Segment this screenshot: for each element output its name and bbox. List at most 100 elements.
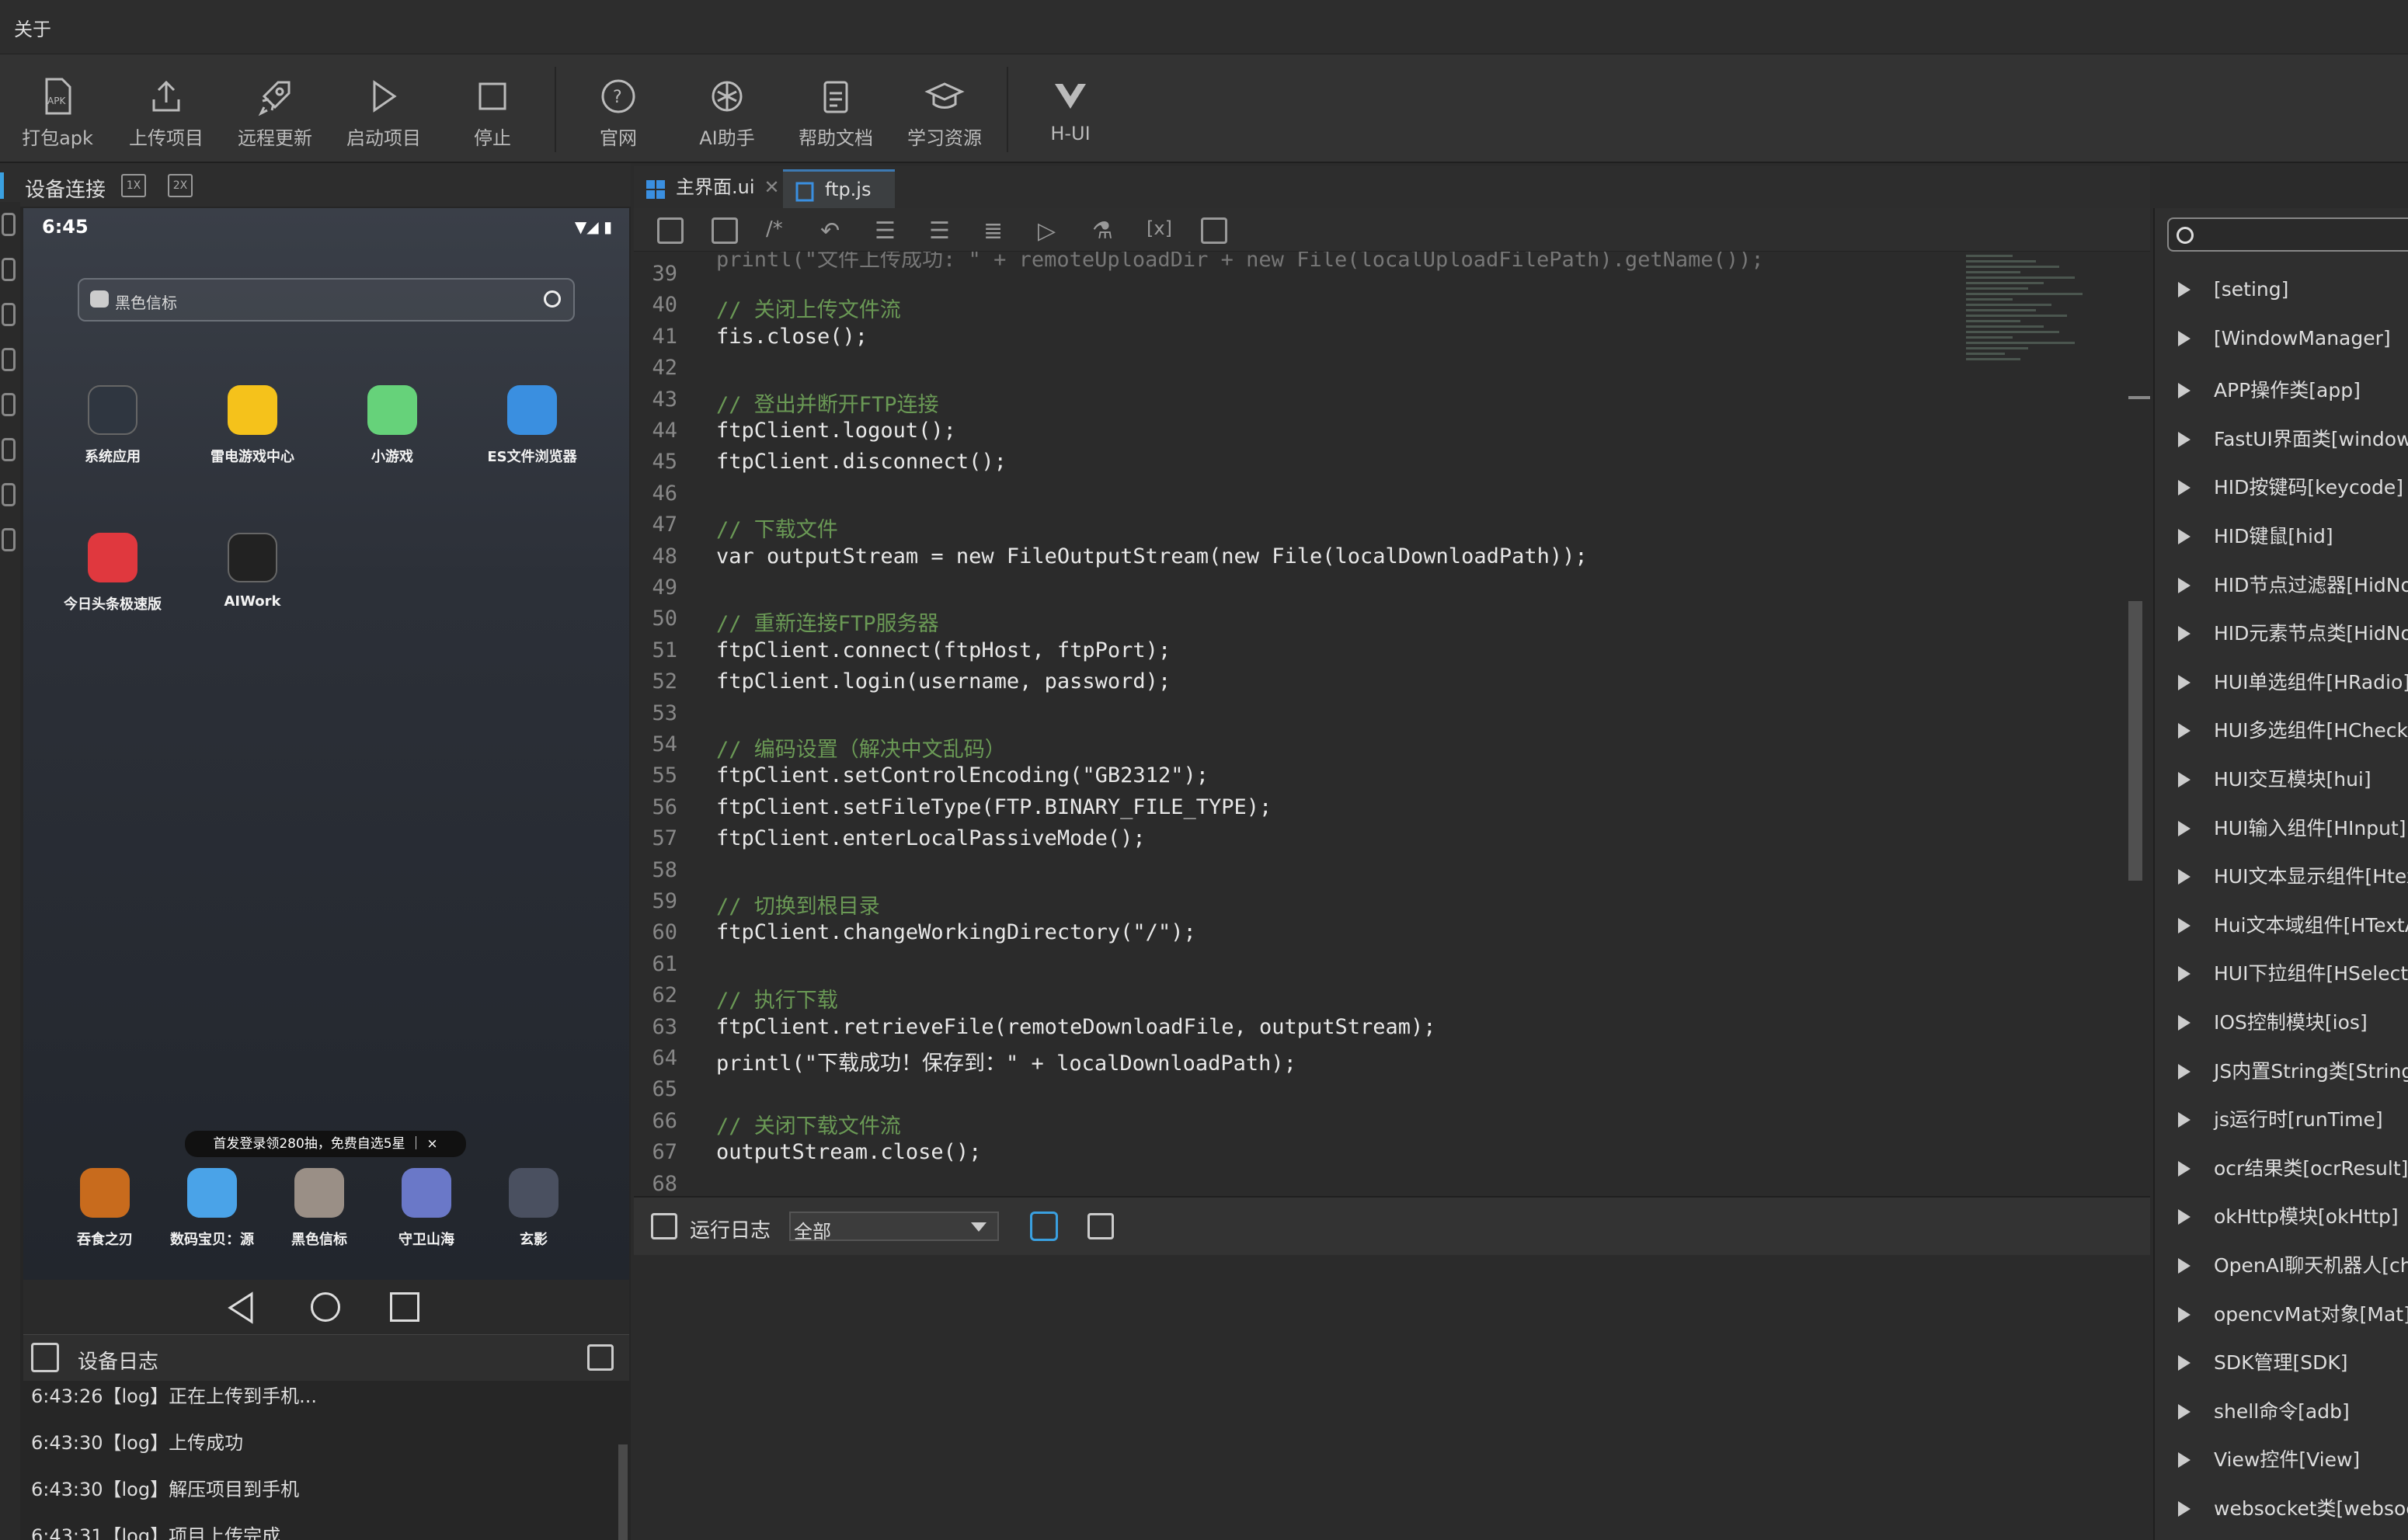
- undo-icon[interactable]: ↶: [820, 217, 847, 245]
- api-list-item[interactable]: okHttp模块[okHttp]: [2178, 1201, 2399, 1250]
- app-es-file[interactable]: ES文件浏览器: [474, 385, 590, 466]
- side-tool-icon[interactable]: [2, 258, 16, 281]
- expand-arrow-icon[interactable]: [2178, 282, 2191, 297]
- api-list-item[interactable]: SDK管理[SDK]: [2178, 1347, 2348, 1396]
- expand-arrow-icon[interactable]: [2178, 1112, 2191, 1128]
- flask-icon[interactable]: ⚗: [1092, 217, 1119, 245]
- api-list-item[interactable]: js运行时[runTime]: [2178, 1104, 2383, 1152]
- menu-about[interactable]: 关于: [14, 14, 51, 41]
- app-system[interactable]: 系统应用: [54, 385, 171, 466]
- side-tool-icon[interactable]: [2, 528, 16, 551]
- expand-arrow-icon[interactable]: [2178, 383, 2191, 399]
- expand-arrow-icon[interactable]: [2178, 869, 2191, 885]
- expand-arrow-icon[interactable]: [2178, 1501, 2191, 1517]
- start-project-button[interactable]: 启动项目: [329, 76, 438, 154]
- expand-arrow-icon[interactable]: [2178, 1403, 2191, 1420]
- expand-arrow-icon[interactable]: [2178, 1258, 2191, 1274]
- learning-resources-button[interactable]: 学习资源: [890, 76, 999, 154]
- expand-arrow-icon[interactable]: [2178, 772, 2191, 787]
- api-list-item[interactable]: [WindowManager]: [2178, 327, 2391, 375]
- api-list-item[interactable]: APP操作类[app]: [2178, 375, 2361, 423]
- side-tool-icon[interactable]: [2, 393, 16, 416]
- hui-button[interactable]: H-UI: [1016, 76, 1125, 154]
- expand-arrow-icon[interactable]: [2178, 917, 2191, 933]
- api-list-item[interactable]: [seting]: [2178, 278, 2288, 326]
- remote-update-button[interactable]: 远程更新: [221, 76, 329, 154]
- api-list-item[interactable]: View控件[View]: [2178, 1444, 2360, 1493]
- api-list-item[interactable]: HID键鼠[hid]: [2178, 521, 2333, 569]
- log-scrollbar[interactable]: [618, 1444, 628, 1540]
- variable-icon[interactable]: [x]: [1147, 217, 1173, 244]
- delete-icon[interactable]: [1201, 217, 1227, 244]
- stop-button[interactable]: 停止: [438, 76, 547, 154]
- side-tool-icon[interactable]: [2, 303, 16, 326]
- api-list-item[interactable]: HUI输入组件[HInput]: [2178, 813, 2406, 861]
- api-list-item[interactable]: IOS控制模块[ios]: [2178, 1007, 2368, 1055]
- dock-app-5[interactable]: 玄影: [483, 1168, 584, 1249]
- expand-arrow-icon[interactable]: [2178, 1160, 2191, 1177]
- api-list-item[interactable]: HUI文本显示组件[Htex: [2178, 861, 2408, 909]
- device-connect-tab[interactable]: 设备连接: [25, 174, 106, 203]
- api-list-item[interactable]: Hui文本域组件[HTextA: [2178, 910, 2408, 958]
- pack-apk-button[interactable]: APK 打包apk: [3, 76, 112, 154]
- expand-arrow-icon[interactable]: [2178, 1306, 2191, 1323]
- dock-app-4[interactable]: 守卫山海: [376, 1168, 477, 1249]
- expand-arrow-icon[interactable]: [2178, 529, 2191, 544]
- scale-2x-button[interactable]: 2X: [168, 174, 193, 197]
- expand-arrow-icon[interactable]: [2178, 723, 2191, 739]
- recents-icon[interactable]: [390, 1292, 419, 1322]
- close-icon[interactable]: ✕: [764, 169, 780, 205]
- app-mini-games[interactable]: 小游戏: [334, 385, 451, 466]
- expand-arrow-icon[interactable]: [2178, 577, 2191, 593]
- export-icon[interactable]: [1087, 1213, 1114, 1239]
- api-list-item[interactable]: opencvMat对象[Mat]: [2178, 1299, 2408, 1347]
- code-minimap[interactable]: [1966, 252, 2137, 485]
- side-tool-icon[interactable]: [2, 213, 16, 236]
- expand-arrow-icon[interactable]: [2178, 626, 2191, 642]
- expand-arrow-icon[interactable]: [2178, 1209, 2191, 1225]
- comment-icon[interactable]: /*: [766, 217, 792, 244]
- print-icon[interactable]: [712, 217, 738, 244]
- expand-arrow-icon[interactable]: [2178, 480, 2191, 496]
- dock-app-2[interactable]: 数码宝贝：源: [162, 1168, 263, 1249]
- indent-icon[interactable]: ☰: [929, 217, 955, 245]
- tab-ftp-js[interactable]: ftp.js✕: [783, 169, 895, 236]
- phone-search-bar[interactable]: 黑色信标: [78, 278, 575, 322]
- log-filter-select[interactable]: 全部: [789, 1211, 999, 1243]
- app-aiwork[interactable]: AIWork: [194, 533, 311, 610]
- tab-main-ui[interactable]: 主界面.ui ✕: [634, 169, 780, 208]
- expand-arrow-icon[interactable]: [2178, 431, 2191, 447]
- expand-arrow-icon[interactable]: [2178, 330, 2191, 346]
- editor-scrollbar[interactable]: [2128, 601, 2142, 881]
- api-list-item[interactable]: JS内置String类[String]: [2178, 1056, 2408, 1104]
- official-site-button[interactable]: ? 官网: [564, 76, 673, 154]
- api-list-item[interactable]: HID节点过滤器[HidNo: [2178, 570, 2408, 618]
- clear-log-icon[interactable]: [1030, 1211, 1058, 1241]
- back-icon[interactable]: [225, 1291, 256, 1325]
- upload-project-button[interactable]: 上传项目: [112, 76, 221, 154]
- code-editor[interactable]: printl("文件上传成功: " + remoteUploadDir + ne…: [634, 252, 2150, 1196]
- promo-banner[interactable]: 首发登录领280抽，免费自选5星 ｜ ×: [185, 1131, 466, 1157]
- api-list-item[interactable]: OpenAI聊天机器人[cha: [2178, 1250, 2408, 1298]
- run-icon[interactable]: ▷: [1038, 217, 1064, 245]
- expand-arrow-icon[interactable]: [2178, 1063, 2191, 1079]
- outdent-icon[interactable]: ☰: [875, 217, 901, 245]
- scale-1x-button[interactable]: 1X: [121, 174, 146, 197]
- api-list-item[interactable]: HUI交互模块[hui]: [2178, 764, 2371, 812]
- export-icon[interactable]: [587, 1344, 614, 1371]
- format-icon[interactable]: ≣: [983, 217, 1010, 245]
- side-tool-icon[interactable]: [2, 438, 16, 461]
- search-icon[interactable]: [544, 290, 561, 308]
- phone-screen[interactable]: 6:45 ▼◢ ▮ 黑色信标 系统应用 雷电游戏中心 小游戏 ES文件浏览器 今…: [23, 208, 629, 1280]
- dock-app-1[interactable]: 吞食之刃: [54, 1168, 155, 1249]
- side-tool-icon[interactable]: [2, 348, 16, 371]
- api-list-item[interactable]: HUI下拉组件[HSelect]: [2178, 958, 2408, 1006]
- add-icon[interactable]: [657, 217, 684, 244]
- expand-arrow-icon[interactable]: [2178, 674, 2191, 690]
- home-icon[interactable]: [311, 1292, 340, 1322]
- app-game-center[interactable]: 雷电游戏中心: [194, 385, 311, 466]
- api-list-item[interactable]: websocket类[websock: [2178, 1493, 2408, 1540]
- expand-arrow-icon[interactable]: [2178, 966, 2191, 982]
- expand-arrow-icon[interactable]: [2178, 1355, 2191, 1371]
- dock-app-3[interactable]: 黑色信标: [269, 1168, 370, 1249]
